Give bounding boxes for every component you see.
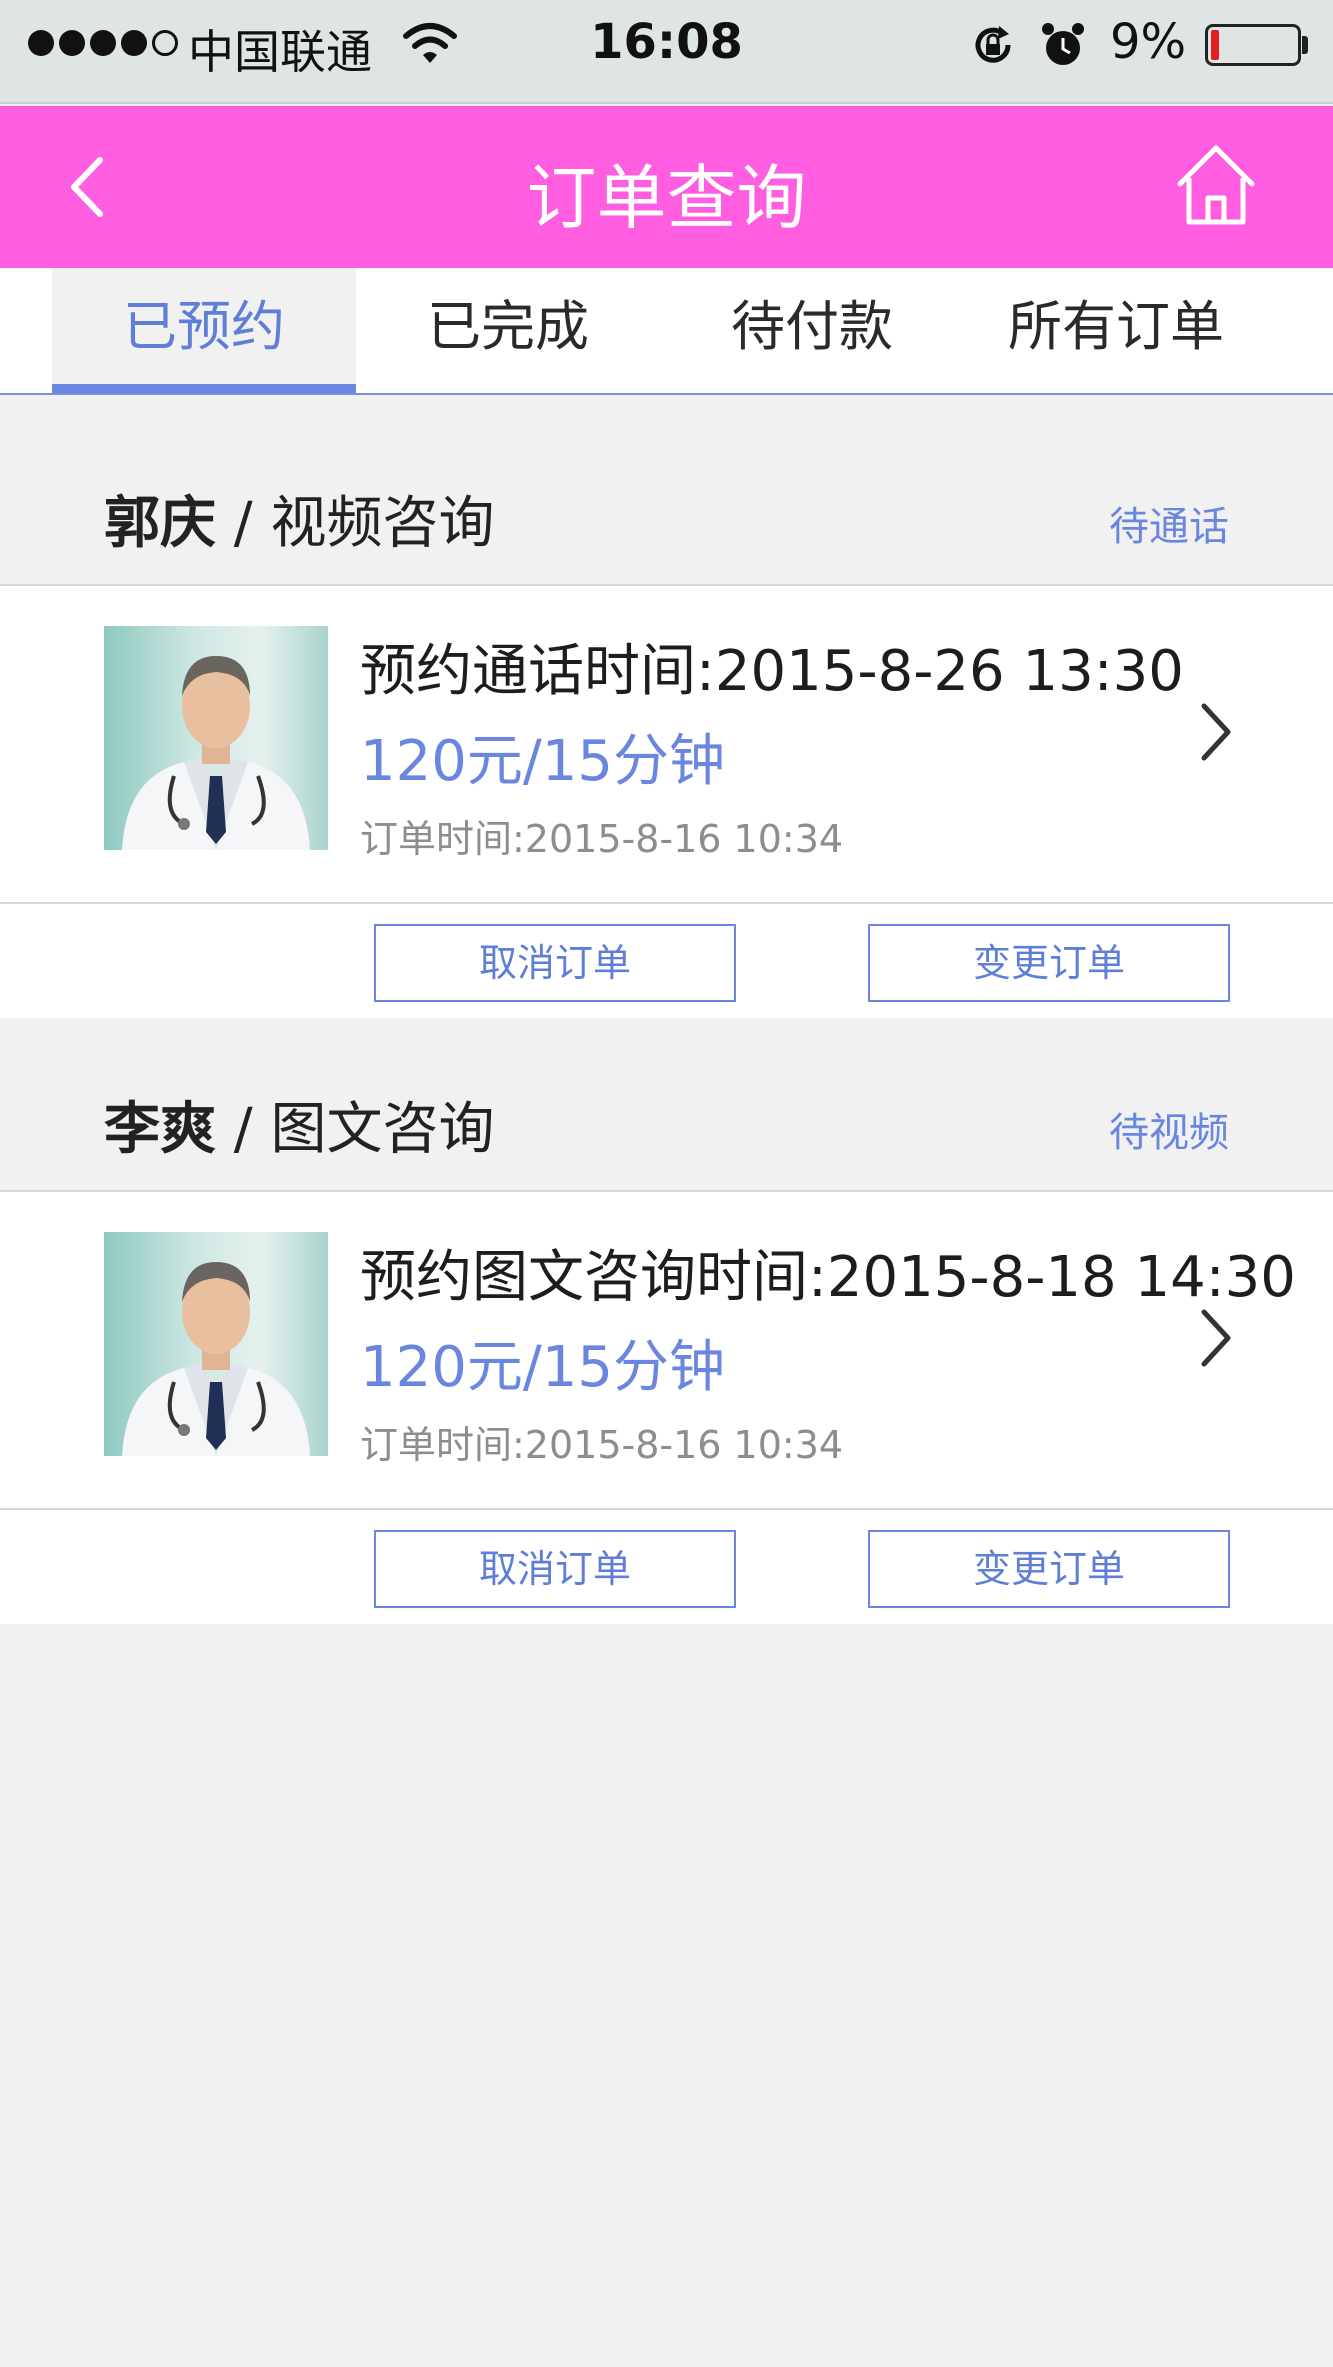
- tab-pending-payment[interactable]: 待付款: [660, 268, 964, 393]
- doctor-photo: [122, 656, 310, 850]
- chevron-right-icon: [1201, 703, 1231, 761]
- doctor-photo: [122, 1262, 310, 1456]
- name-separator: /: [216, 1097, 271, 1162]
- order-detail-row[interactable]: 预约图文咨询时间:2015-8-18 14:30 120元/15分钟 订单时间:…: [0, 1192, 1333, 1510]
- price: 120元/15分钟: [360, 1335, 726, 1400]
- order-header: 李爽 / 图文咨询 待视频: [0, 1020, 1333, 1192]
- battery-level-fill: [1211, 30, 1219, 60]
- battery-percentage: 9%: [1110, 14, 1187, 70]
- tab-completed[interactable]: 已完成: [356, 268, 660, 393]
- doctor-consult-line: 李爽 / 图文咨询: [104, 1084, 494, 1165]
- battery-icon: [1205, 24, 1301, 66]
- order-status[interactable]: 待通话: [1109, 494, 1229, 552]
- doctor-avatar: [104, 626, 328, 850]
- alarm-icon: [1042, 23, 1084, 65]
- name-separator: /: [216, 491, 271, 556]
- order-detail-row[interactable]: 预约通话时间:2015-8-26 13:30 120元/15分钟 订单时间:20…: [0, 586, 1333, 904]
- cancel-order-button[interactable]: 取消订单: [374, 1530, 736, 1608]
- tab-booked[interactable]: 已预约: [52, 268, 356, 393]
- price: 120元/15分钟: [360, 729, 726, 794]
- consult-type: 视频咨询: [270, 491, 495, 556]
- doctor-name: 李爽: [104, 1097, 216, 1162]
- doctor-avatar: [104, 1232, 328, 1456]
- change-order-button[interactable]: 变更订单: [868, 924, 1230, 1002]
- app-header: 订单查询: [0, 106, 1333, 268]
- appointment-time: 预约图文咨询时间:2015-8-18 14:30: [360, 1245, 1296, 1310]
- consult-type: 图文咨询: [270, 1097, 495, 1162]
- order-actions: 取消订单 变更订单: [0, 904, 1333, 1018]
- rotation-lock-icon: [975, 26, 1011, 63]
- appointment-time: 预约通话时间:2015-8-26 13:30: [360, 639, 1184, 704]
- order-actions: 取消订单 变更订单: [0, 1510, 1333, 1624]
- order-created-time: 订单时间:2015-8-16 10:34: [360, 817, 844, 861]
- order-header: 郭庆 / 视频咨询 待通话: [0, 414, 1333, 586]
- page-title: 订单查询: [526, 157, 807, 239]
- doctor-consult-line: 郭庆 / 视频咨询: [104, 478, 494, 559]
- change-order-button[interactable]: 变更订单: [868, 1530, 1230, 1608]
- chevron-right-icon: [1201, 1309, 1231, 1367]
- home-icon[interactable]: [1172, 142, 1260, 228]
- order-created-time: 订单时间:2015-8-16 10:34: [360, 1423, 844, 1467]
- battery-tip: [1302, 36, 1308, 54]
- order-tabs: 已预约 已完成 待付款 所有订单: [0, 268, 1333, 395]
- order-status[interactable]: 待视频: [1109, 1100, 1229, 1158]
- tab-all-orders[interactable]: 所有订单: [964, 268, 1268, 393]
- doctor-name: 郭庆: [104, 491, 216, 556]
- status-bar: 中国联通 16:08 9%: [0, 0, 1333, 104]
- cancel-order-button[interactable]: 取消订单: [374, 924, 736, 1002]
